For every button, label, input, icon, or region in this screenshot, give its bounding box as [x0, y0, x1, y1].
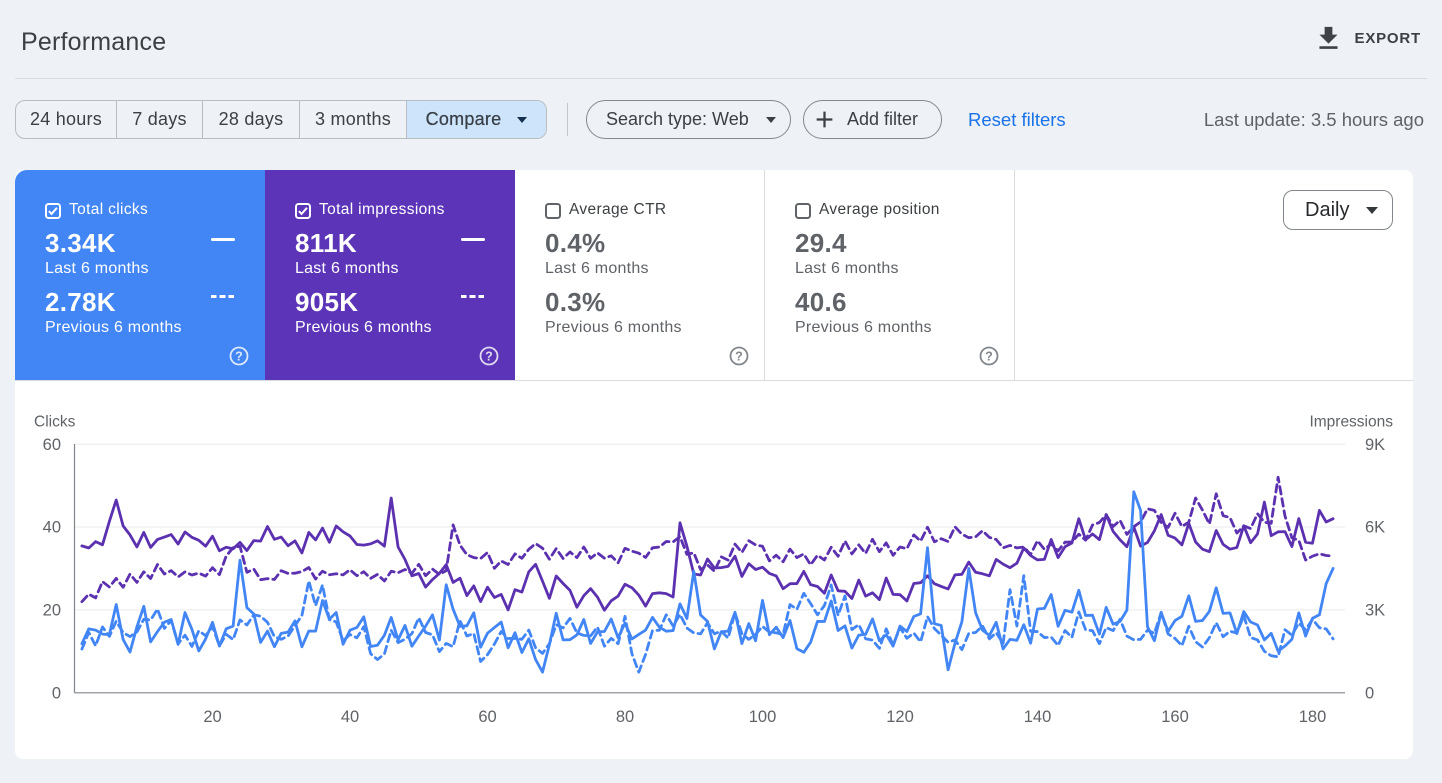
- svg-text:100: 100: [749, 708, 777, 726]
- svg-text:120: 120: [886, 708, 914, 726]
- svg-text:9K: 9K: [1365, 436, 1385, 454]
- svg-text:3K: 3K: [1365, 602, 1385, 620]
- svg-text:20: 20: [43, 602, 61, 620]
- svg-text:0: 0: [1365, 685, 1374, 703]
- svg-text:140: 140: [1024, 708, 1052, 726]
- svg-text:180: 180: [1299, 708, 1327, 726]
- svg-text:80: 80: [616, 708, 634, 726]
- svg-text:60: 60: [478, 708, 496, 726]
- svg-text:Clicks: Clicks: [34, 414, 76, 431]
- svg-text:0: 0: [52, 685, 61, 703]
- svg-text:?: ?: [235, 349, 243, 363]
- svg-text:160: 160: [1161, 708, 1189, 726]
- svg-text:20: 20: [203, 708, 221, 726]
- svg-text:?: ?: [735, 349, 743, 363]
- svg-text:60: 60: [43, 436, 61, 454]
- svg-text:?: ?: [485, 349, 493, 363]
- svg-text:?: ?: [985, 349, 993, 363]
- svg-text:40: 40: [341, 708, 359, 726]
- svg-text:Impressions: Impressions: [1309, 414, 1393, 431]
- svg-text:6K: 6K: [1365, 519, 1385, 537]
- svg-text:40: 40: [43, 519, 61, 537]
